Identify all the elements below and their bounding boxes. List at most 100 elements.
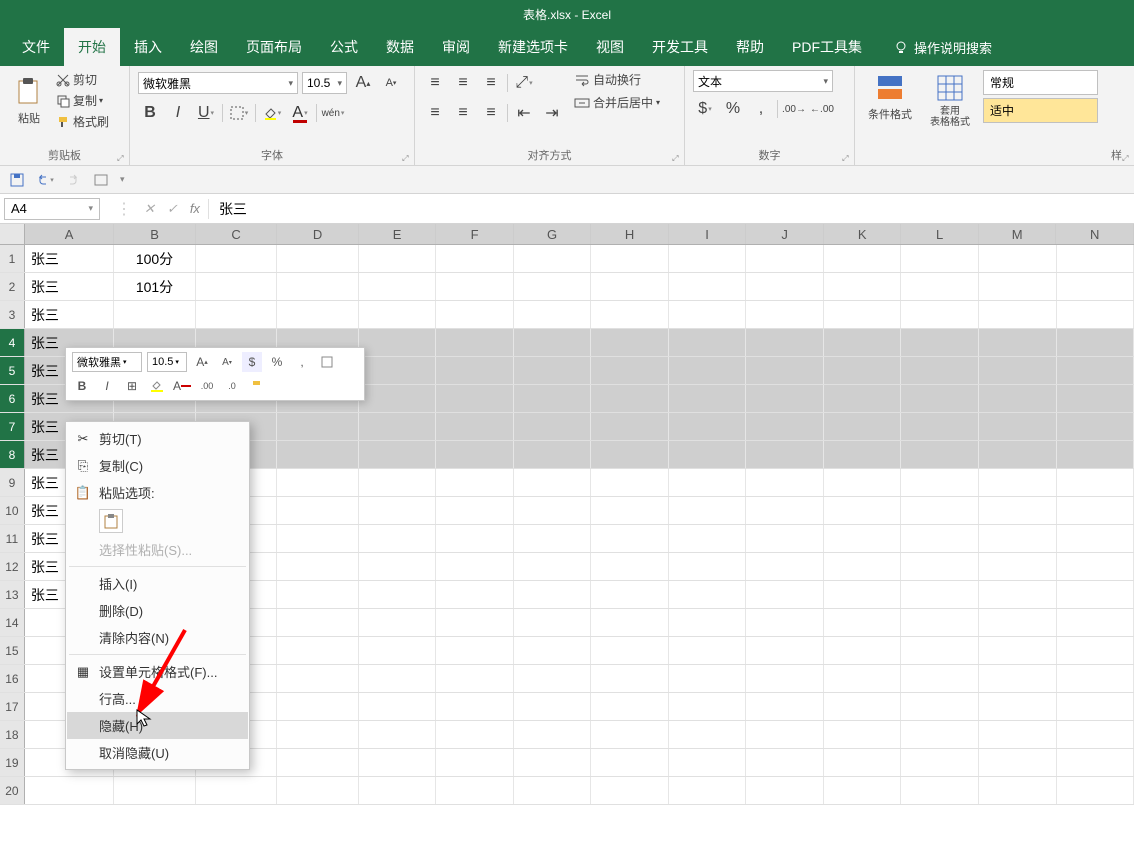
cell[interactable] [746, 665, 824, 692]
cell[interactable] [901, 245, 979, 272]
cell[interactable] [824, 329, 902, 356]
mini-font-color[interactable]: A [172, 376, 192, 396]
cell[interactable] [359, 441, 437, 468]
cell[interactable] [196, 273, 278, 300]
cell[interactable] [1057, 581, 1134, 608]
cell[interactable] [1057, 413, 1134, 440]
format-table-button[interactable]: 套用 表格格式 [923, 70, 977, 130]
row-header[interactable]: 9 [0, 469, 25, 496]
cell[interactable] [979, 721, 1057, 748]
cell[interactable] [359, 581, 437, 608]
cell[interactable] [359, 749, 437, 776]
cell[interactable] [114, 777, 196, 804]
decrease-decimal-button[interactable]: ←.00 [810, 98, 834, 120]
cell[interactable] [824, 245, 902, 272]
tab-dev[interactable]: 开发工具 [638, 28, 722, 66]
cell[interactable] [746, 245, 824, 272]
align-middle-button[interactable]: ≡ [451, 72, 475, 94]
cell[interactable] [514, 329, 592, 356]
cell[interactable] [514, 609, 592, 636]
cell[interactable] [979, 777, 1057, 804]
col-header-B[interactable]: B [114, 224, 196, 244]
cell[interactable] [746, 637, 824, 664]
menu-clear[interactable]: 清除内容(N) [67, 624, 248, 651]
copy-button[interactable]: 复制▾ [54, 91, 111, 110]
increase-indent-button[interactable]: ⇥ [540, 102, 564, 124]
tab-review[interactable]: 审阅 [428, 28, 484, 66]
cell[interactable] [979, 497, 1057, 524]
bold-button[interactable]: B [138, 102, 162, 124]
cell[interactable] [1057, 469, 1134, 496]
cell[interactable] [901, 749, 979, 776]
cell[interactable] [436, 301, 514, 328]
cell[interactable] [901, 553, 979, 580]
cell[interactable] [824, 441, 902, 468]
cell[interactable] [514, 413, 592, 440]
cell[interactable]: 101分 [114, 273, 196, 300]
cell[interactable] [1057, 777, 1134, 804]
cell[interactable] [746, 469, 824, 496]
tell-me-search[interactable]: 操作说明搜索 [894, 38, 992, 57]
row-header[interactable]: 8 [0, 441, 25, 468]
cell[interactable] [824, 637, 902, 664]
cell[interactable] [277, 553, 359, 580]
col-header-J[interactable]: J [746, 224, 824, 244]
currency-button[interactable]: $ [693, 98, 717, 120]
row-header[interactable]: 10 [0, 497, 25, 524]
row-header[interactable]: 15 [0, 637, 25, 664]
cell[interactable] [824, 553, 902, 580]
cell[interactable] [359, 777, 437, 804]
mini-border2[interactable]: ⊞ [122, 376, 142, 396]
cell[interactable] [359, 301, 437, 328]
cell[interactable] [359, 721, 437, 748]
mini-bold[interactable]: B [72, 376, 92, 396]
col-header-D[interactable]: D [277, 224, 359, 244]
cell[interactable] [901, 777, 979, 804]
cell[interactable] [1057, 525, 1134, 552]
conditional-format-button[interactable]: 条件格式 [863, 70, 917, 124]
cell[interactable] [824, 749, 902, 776]
cell[interactable] [746, 581, 824, 608]
cell[interactable] [901, 357, 979, 384]
cell[interactable] [591, 357, 669, 384]
cell[interactable] [901, 525, 979, 552]
cell[interactable] [901, 693, 979, 720]
tab-insert[interactable]: 插入 [120, 28, 176, 66]
cell[interactable] [277, 637, 359, 664]
mini-increase-font[interactable]: A▴ [192, 352, 212, 372]
cell[interactable] [1057, 245, 1134, 272]
cell[interactable] [359, 525, 437, 552]
cell[interactable] [669, 665, 747, 692]
cell[interactable] [591, 413, 669, 440]
row-header[interactable]: 5 [0, 357, 25, 384]
row-header[interactable]: 6 [0, 385, 25, 412]
cell[interactable] [901, 609, 979, 636]
cell[interactable] [824, 609, 902, 636]
tab-data[interactable]: 数据 [372, 28, 428, 66]
row-header[interactable]: 20 [0, 777, 25, 804]
cell[interactable] [436, 469, 514, 496]
format-painter-button[interactable]: 格式刷 [54, 112, 111, 131]
cell[interactable] [591, 301, 669, 328]
cell[interactable] [979, 413, 1057, 440]
cell[interactable] [669, 357, 747, 384]
row-header[interactable]: 16 [0, 665, 25, 692]
cell[interactable] [591, 497, 669, 524]
decrease-font-button[interactable]: A▾ [379, 72, 403, 94]
mini-dec-dec[interactable]: .0 [222, 376, 242, 396]
cell[interactable] [669, 693, 747, 720]
align-left-button[interactable]: ≡ [423, 102, 447, 124]
cell[interactable] [591, 273, 669, 300]
cell[interactable] [669, 385, 747, 412]
cell[interactable] [669, 413, 747, 440]
cell[interactable] [436, 413, 514, 440]
cell[interactable] [979, 441, 1057, 468]
font-color-button[interactable]: A [288, 102, 312, 124]
tab-file[interactable]: 文件 [8, 28, 64, 66]
cell[interactable] [746, 693, 824, 720]
cell[interactable] [901, 581, 979, 608]
cell[interactable] [979, 609, 1057, 636]
cell[interactable] [979, 385, 1057, 412]
formula-input[interactable]: 张三 [209, 199, 1134, 219]
cell[interactable] [979, 273, 1057, 300]
